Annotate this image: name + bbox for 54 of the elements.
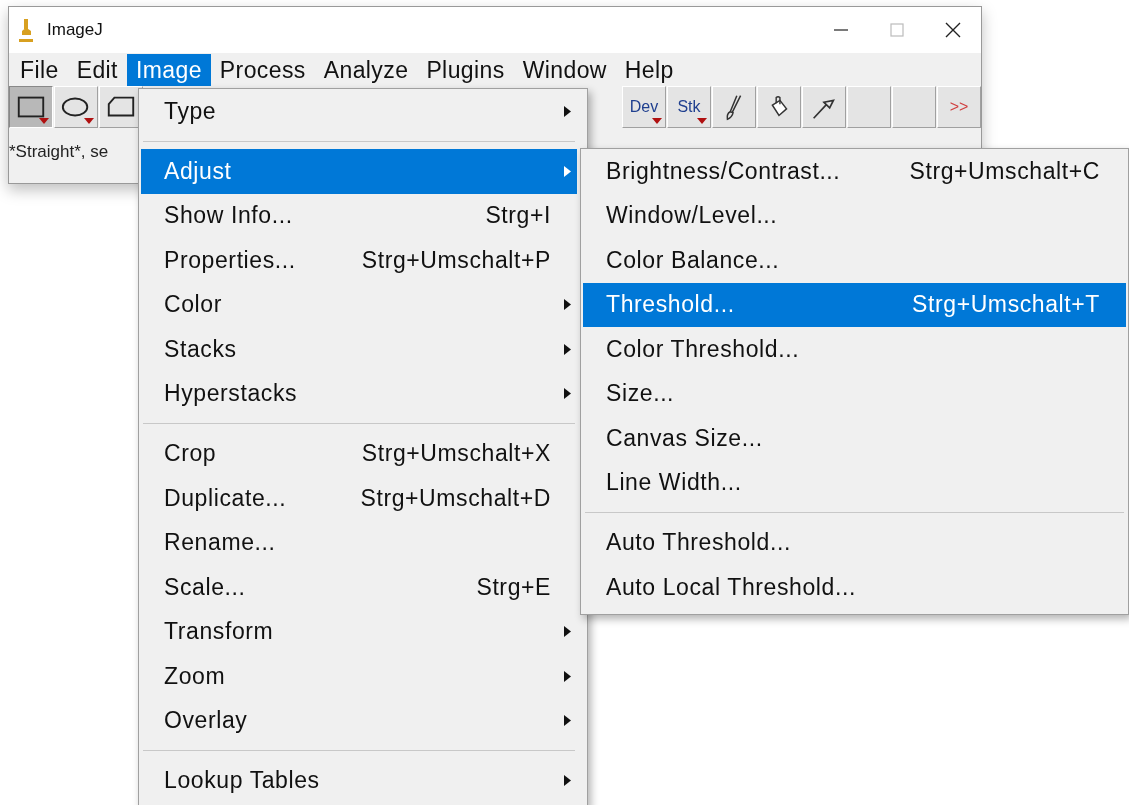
- pipette-tool-button[interactable]: [802, 86, 846, 128]
- menu-item[interactable]: Crop Strg+Umschalt+X: [141, 431, 577, 476]
- submenu-arrow-icon: [563, 775, 571, 787]
- menu-item[interactable]: Color: [141, 282, 577, 327]
- toolbar-button[interactable]: Dev: [622, 86, 666, 128]
- menu-item[interactable]: Threshold... Strg+Umschalt+T: [583, 282, 1126, 327]
- rectangle-tool-button[interactable]: [9, 86, 53, 128]
- more-tools-button[interactable]: >>: [937, 86, 981, 128]
- menu-item[interactable]: Show Info... Strg+I: [141, 193, 577, 238]
- menu-item[interactable]: Properties... Strg+Umschalt+P: [141, 238, 577, 283]
- status-text: *Straight*, se: [9, 141, 110, 162]
- menu-item[interactable]: Auto Local Threshold...: [583, 565, 1126, 610]
- menu-item[interactable]: Window: [513, 53, 616, 86]
- menu-item[interactable]: Plugins: [417, 53, 514, 86]
- menu-item[interactable]: Type: [141, 89, 577, 134]
- menu-item[interactable]: Color Balance...: [583, 238, 1126, 283]
- menu-item[interactable]: Brightness/Contrast... Strg+Umschalt+C: [583, 149, 1126, 194]
- menu-item[interactable]: File: [11, 53, 68, 86]
- menu-item[interactable]: Process: [210, 53, 315, 86]
- menu-item[interactable]: Line Width...: [583, 460, 1126, 505]
- menu-item[interactable]: Window/Level...: [583, 193, 1126, 238]
- close-button[interactable]: [944, 21, 962, 39]
- menu-item[interactable]: Adjust: [141, 149, 577, 194]
- submenu-arrow-icon: [563, 299, 571, 311]
- menu-item[interactable]: Size...: [583, 371, 1126, 416]
- menu-item[interactable]: Rename...: [141, 520, 577, 565]
- menu-item[interactable]: Stacks: [141, 327, 577, 372]
- menu-item[interactable]: Image: [126, 53, 211, 86]
- menu-item[interactable]: Transform: [141, 609, 577, 654]
- submenu-arrow-icon: [563, 670, 571, 682]
- menu-item[interactable]: Analyze: [314, 53, 418, 86]
- menu-item[interactable]: Edit: [67, 53, 127, 86]
- window-title: ImageJ: [47, 20, 104, 40]
- bucket-tool-button[interactable]: [757, 86, 801, 128]
- submenu-arrow-icon: [563, 626, 571, 638]
- submenu-arrow-icon: [563, 715, 571, 727]
- menu-item[interactable]: Lookup Tables: [141, 758, 577, 803]
- oval-tool-button[interactable]: [54, 86, 98, 128]
- submenu-arrow-icon: [563, 343, 571, 355]
- menu-item[interactable]: Color Threshold...: [583, 327, 1126, 372]
- menu-item[interactable]: Auto Threshold...: [583, 520, 1126, 565]
- menu-item[interactable]: Overlay: [141, 698, 577, 743]
- menu-item[interactable]: Zoom: [141, 654, 577, 699]
- submenu-arrow-icon: [563, 105, 571, 117]
- brush-tool-button[interactable]: [712, 86, 756, 128]
- submenu-arrow-icon: [563, 165, 571, 177]
- submenu-arrow-icon: [563, 388, 571, 400]
- menu-item[interactable]: Help: [615, 53, 683, 86]
- menu-item[interactable]: Hyperstacks: [141, 371, 577, 416]
- menu-item[interactable]: Scale... Strg+E: [141, 565, 577, 610]
- menu-item[interactable]: Duplicate... Strg+Umschalt+D: [141, 476, 577, 521]
- toolbar-button[interactable]: Stk: [667, 86, 711, 128]
- menu-item[interactable]: Canvas Size...: [583, 416, 1126, 461]
- polygon-tool-button[interactable]: [99, 86, 143, 128]
